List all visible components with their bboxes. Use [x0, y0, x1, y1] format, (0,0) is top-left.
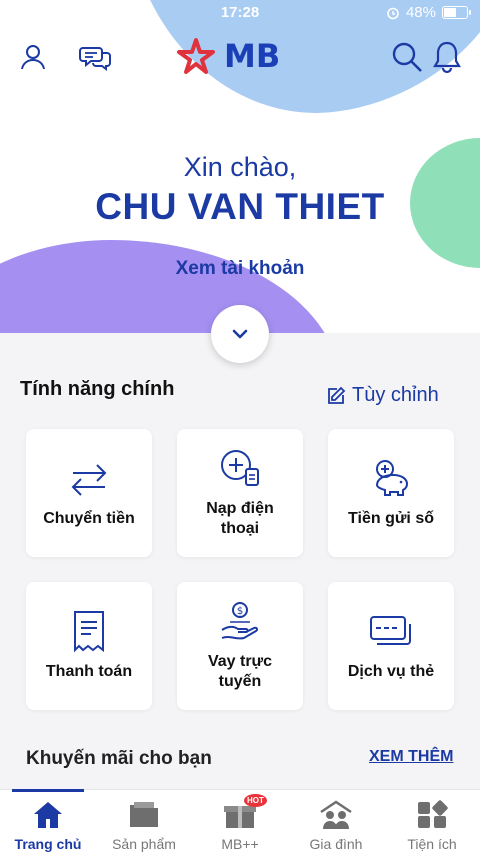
- home-icon: [31, 798, 65, 832]
- search-icon[interactable]: [390, 40, 424, 74]
- nav-label: MB++: [221, 836, 259, 852]
- profile-icon[interactable]: [16, 40, 50, 74]
- promo-title: Khuyến mãi cho bạn: [26, 748, 212, 769]
- family-icon: [319, 798, 353, 832]
- bell-icon[interactable]: [430, 40, 464, 74]
- feature-transfer[interactable]: Chuyển tiền: [26, 429, 152, 557]
- feature-card-service[interactable]: Dịch vụ thẻ: [328, 582, 454, 710]
- feature-label: Thanh toán: [45, 663, 133, 680]
- mb-logo: MB: [174, 36, 280, 76]
- piggy-bank-icon: [369, 457, 413, 501]
- see-more-link[interactable]: XEM THÊM: [369, 748, 453, 766]
- battery-percent: 48%: [405, 4, 436, 21]
- nav-label: Sản phẩm: [112, 836, 176, 852]
- greeting-text: Xin chào,: [183, 152, 297, 182]
- nav-utilities[interactable]: Tiện ích: [384, 790, 480, 854]
- bottom-nav: Trang chủ Sản phẩm HOT MB++ Gia đình Tiệ…: [0, 789, 480, 854]
- apps-icon: [415, 798, 449, 832]
- feature-label: Vay trực tuyến: [207, 653, 273, 690]
- customer-name: CHU VAN THIET: [95, 186, 385, 227]
- loan-icon: $: [218, 600, 262, 644]
- features-title: Tính năng chính: [20, 378, 175, 400]
- decor-purple-shape: [0, 240, 340, 333]
- hot-badge: HOT: [244, 794, 267, 807]
- card-icon: [369, 610, 413, 654]
- battery-icon: [442, 6, 471, 19]
- feature-label: Nạp điện thoại: [206, 500, 274, 537]
- feature-label: Chuyển tiền: [43, 510, 135, 527]
- nav-label: Tiện ích: [407, 836, 457, 852]
- feature-payment[interactable]: Thanh toán: [26, 582, 152, 710]
- feature-topup[interactable]: Nạp điện thoại: [177, 429, 303, 557]
- brand-text: MB: [224, 37, 281, 75]
- svg-text:$: $: [237, 606, 243, 617]
- customize-button[interactable]: Tùy chỉnh: [326, 384, 439, 407]
- nav-label: Trang chủ: [14, 836, 82, 852]
- chat-icon[interactable]: [78, 40, 112, 74]
- mb-star-icon: [177, 38, 215, 74]
- status-right: 48%: [386, 4, 471, 21]
- feature-loan[interactable]: $ Vay trực tuyến: [177, 582, 303, 710]
- nav-label: Gia đình: [309, 836, 363, 852]
- topup-phone-icon: [218, 447, 262, 491]
- feature-label: Tiền gửi số: [348, 510, 434, 527]
- feature-deposit[interactable]: Tiền gửi số: [328, 429, 454, 557]
- feature-label: Dịch vụ thẻ: [347, 663, 435, 680]
- nav-family[interactable]: Gia đình: [288, 790, 384, 854]
- status-bar: 17:28 48%: [0, 0, 480, 26]
- edit-icon: [328, 386, 346, 404]
- nav-home[interactable]: Trang chủ: [0, 789, 96, 854]
- nav-products[interactable]: Sản phẩm: [96, 790, 192, 854]
- view-account-link[interactable]: Xem tài khoản: [0, 258, 480, 280]
- alarm-icon: [387, 7, 399, 19]
- receipt-icon: [67, 610, 111, 654]
- customize-label: Tùy chỉnh: [352, 384, 439, 406]
- folder-icon: [127, 798, 161, 832]
- transfer-icon: [67, 457, 111, 501]
- expand-button[interactable]: [211, 305, 269, 363]
- hero-banner: 17:28 48% MB Xin chào, CHU VAN THIET Xem…: [0, 0, 480, 333]
- chevron-down-icon: [232, 329, 248, 339]
- nav-mbplus[interactable]: HOT MB++: [192, 790, 288, 854]
